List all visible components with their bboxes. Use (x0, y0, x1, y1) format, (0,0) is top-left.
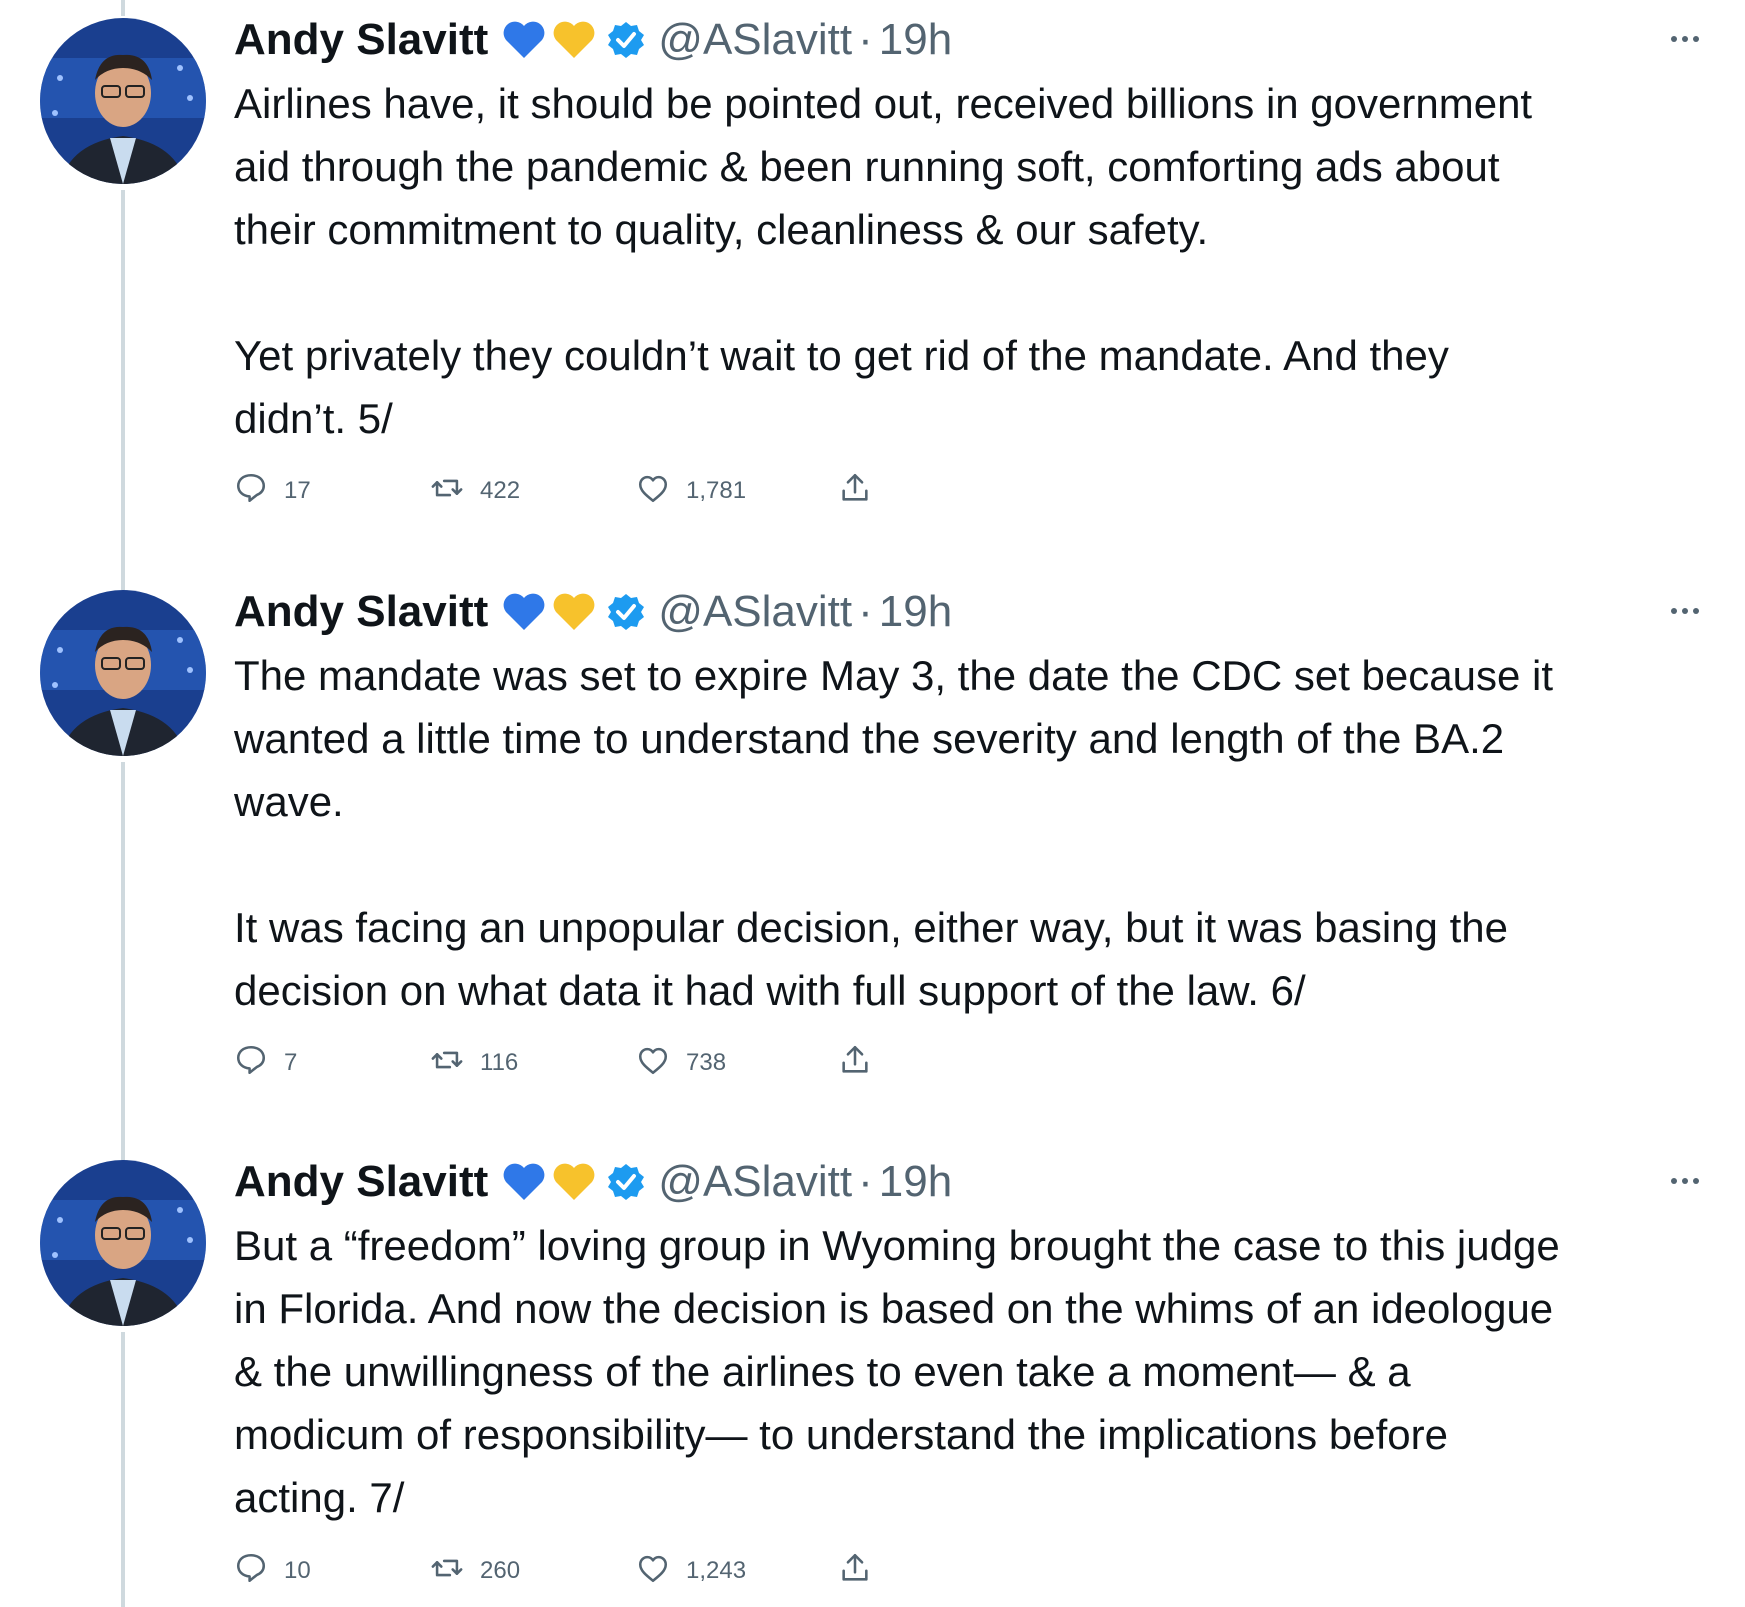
retweet-icon (430, 1043, 480, 1084)
timestamp[interactable]: 19h (879, 15, 952, 65)
author-name[interactable]: Andy Slavitt (234, 1157, 488, 1207)
blue-heart-icon (502, 592, 546, 632)
like-icon (636, 1551, 686, 1592)
timestamp[interactable]: 19h (879, 587, 952, 637)
share-icon (838, 1043, 888, 1084)
tweet[interactable]: Andy Slavitt @ASlavitt · 19h But a “free… (0, 1142, 1745, 1607)
like-button[interactable]: 1,243 (636, 1547, 746, 1595)
reply-icon (234, 1043, 284, 1084)
share-icon (838, 1551, 888, 1592)
retweet-button[interactable]: 260 (430, 1547, 520, 1595)
tweet-text: Airlines have, it should be pointed out,… (234, 80, 1533, 442)
share-icon (838, 471, 888, 512)
reply-icon (234, 1551, 284, 1592)
like-count: 738 (686, 1049, 727, 1076)
yellow-heart-icon (552, 1162, 596, 1202)
retweet-count: 422 (480, 477, 521, 504)
avatar[interactable] (40, 590, 206, 756)
yellow-heart-icon (552, 20, 596, 60)
like-count: 1,781 (686, 477, 747, 504)
retweet-icon (430, 471, 480, 512)
like-icon (636, 1043, 686, 1084)
separator: · (858, 15, 873, 64)
like-icon (636, 471, 686, 512)
author-name[interactable]: Andy Slavitt (234, 15, 488, 65)
blue-heart-icon (502, 20, 546, 60)
author-handle[interactable]: @ASlavitt (658, 15, 852, 65)
like-count: 1,243 (686, 1557, 747, 1584)
more-icon[interactable] (1665, 1164, 1705, 1198)
author-handle[interactable]: @ASlavitt (658, 1157, 852, 1207)
avatar[interactable] (40, 18, 206, 184)
separator: · (858, 587, 873, 636)
yellow-heart-icon (552, 592, 596, 632)
share-button[interactable] (838, 1039, 888, 1087)
reply-button[interactable]: 7 (234, 1039, 297, 1087)
timestamp[interactable]: 19h (879, 1157, 952, 1207)
blue-heart-icon (502, 1162, 546, 1202)
tweet-text: But a “freedom” loving group in Wyoming … (234, 1222, 1560, 1521)
tweet[interactable]: Andy Slavitt @ASlavitt · 19h The mandate… (0, 572, 1745, 1142)
reply-count: 17 (284, 477, 311, 504)
reply-button[interactable]: 10 (234, 1547, 311, 1595)
more-icon[interactable] (1665, 22, 1705, 56)
reply-button[interactable]: 17 (234, 467, 311, 515)
avatar[interactable] (40, 1160, 206, 1326)
reply-icon (234, 471, 284, 512)
retweet-icon (430, 1551, 480, 1592)
verified-badge-icon (606, 1162, 646, 1202)
verified-badge-icon (606, 20, 646, 60)
retweet-button[interactable]: 116 (430, 1039, 518, 1087)
retweet-button[interactable]: 422 (430, 467, 520, 515)
like-button[interactable]: 1,781 (636, 467, 746, 515)
retweet-count: 260 (480, 1557, 521, 1584)
tweet[interactable]: Andy Slavitt @ASlavitt · 19h Airlines ha… (0, 0, 1745, 570)
share-button[interactable] (838, 467, 888, 515)
separator: · (858, 1157, 873, 1206)
author-name[interactable]: Andy Slavitt (234, 587, 488, 637)
reply-count: 7 (284, 1049, 298, 1076)
reply-count: 10 (284, 1557, 311, 1584)
tweet-text: The mandate was set to expire May 3, the… (234, 652, 1554, 1014)
like-button[interactable]: 738 (636, 1039, 726, 1087)
share-button[interactable] (838, 1547, 888, 1595)
retweet-count: 116 (480, 1049, 519, 1076)
more-icon[interactable] (1665, 594, 1705, 628)
verified-badge-icon (606, 592, 646, 632)
author-handle[interactable]: @ASlavitt (658, 587, 852, 637)
